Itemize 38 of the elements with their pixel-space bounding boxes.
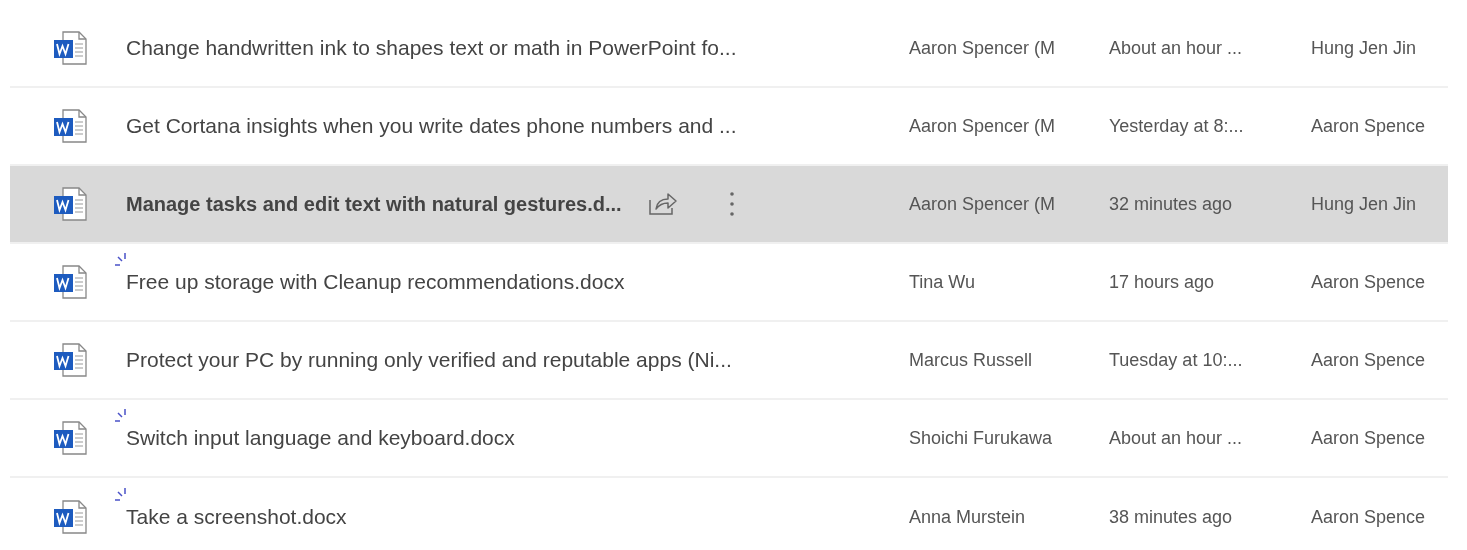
table-cell: Aaron Spencer (M bbox=[909, 193, 1056, 214]
share-icon[interactable] bbox=[647, 192, 678, 216]
word-document-icon bbox=[53, 343, 89, 377]
table-cell: Yesterday at 8:... bbox=[1109, 115, 1244, 136]
table-cell: Hung Jen Jin bbox=[1311, 37, 1417, 58]
table-cell: Tina Wu bbox=[909, 271, 976, 292]
table-cell: 32 minutes ago bbox=[1109, 193, 1233, 214]
table-cell: Aaron Spence bbox=[1311, 506, 1426, 527]
file-name[interactable]: Get Cortana insights when you write dates phone numbers and ... bbox=[126, 114, 737, 138]
word-document-icon bbox=[53, 500, 89, 534]
table-cell: About an hour ... bbox=[1109, 37, 1243, 58]
table-cell: Hung Jen Jin bbox=[1311, 193, 1417, 214]
word-document-icon bbox=[53, 109, 89, 143]
file-name[interactable]: Switch input language and keyboard.docx bbox=[126, 426, 515, 450]
table-cell: About an hour ... bbox=[1109, 427, 1243, 448]
file-name[interactable]: Manage tasks and edit text with natural gestures.d... bbox=[126, 192, 622, 216]
table-cell: Aaron Spence bbox=[1311, 115, 1426, 136]
table-cell: Aaron Spence bbox=[1311, 271, 1426, 292]
word-document-icon bbox=[53, 421, 89, 455]
table-cell: 17 hours ago bbox=[1109, 271, 1215, 292]
file-row[interactable]: Manage tasks and edit text with natural gestures.d... Aaron Spencer (M 32 minutes ago Hung Jen Jin bbox=[10, 166, 1448, 244]
word-document-icon bbox=[53, 31, 89, 65]
file-name[interactable]: Free up storage with Cleanup recommendations.docx bbox=[126, 270, 625, 294]
table-cell: Tuesday at 10:... bbox=[1109, 349, 1243, 370]
file-name[interactable]: Take a screenshot.docx bbox=[126, 505, 347, 529]
table-cell: Shoichi Furukawa bbox=[909, 427, 1053, 448]
table-cell: 38 minutes ago bbox=[1109, 506, 1233, 527]
more-options-icon[interactable] bbox=[728, 191, 735, 217]
table-cell: Aaron Spencer (M bbox=[909, 115, 1056, 136]
table-cell: Aaron Spencer (M bbox=[909, 37, 1056, 58]
table-cell: Anna Murstein bbox=[909, 506, 1026, 527]
word-document-icon bbox=[53, 187, 89, 221]
table-cell: Aaron Spence bbox=[1311, 427, 1426, 448]
table-cell: Marcus Russell bbox=[909, 349, 1033, 370]
file-name[interactable]: Protect your PC by running only verified and reputable apps (Ni... bbox=[126, 348, 732, 372]
word-document-icon bbox=[53, 265, 89, 299]
file-name[interactable]: Change handwritten ink to shapes text or math in PowerPoint fo... bbox=[126, 36, 737, 60]
table-cell: Aaron Spence bbox=[1311, 349, 1426, 370]
